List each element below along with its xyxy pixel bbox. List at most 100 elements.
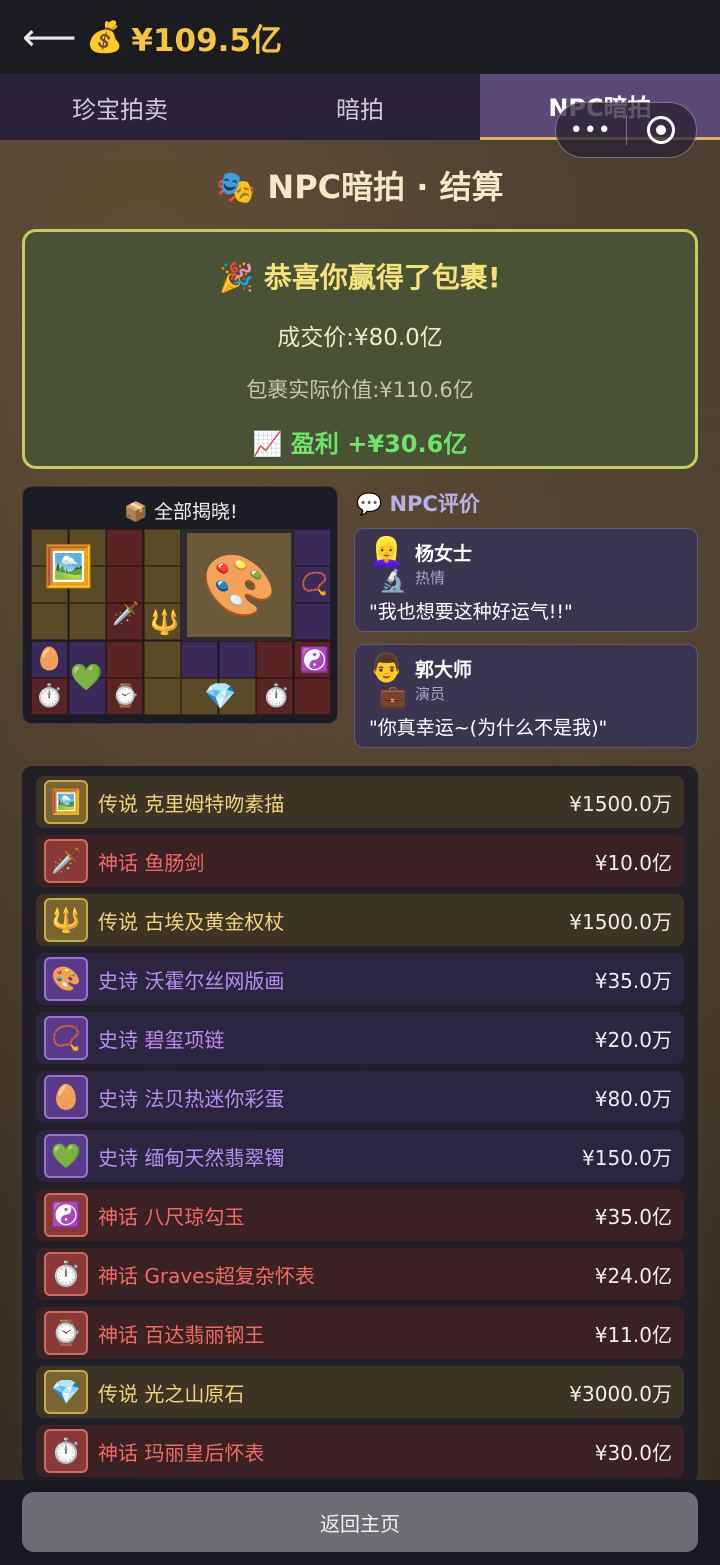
- money-bag-icon: 💰: [86, 19, 124, 55]
- list-item[interactable]: 🔱 传说 古埃及黄金权杖 ¥1500.0万: [36, 894, 684, 946]
- congrats-text: 🎉 恭喜你赢得了包裹!: [219, 261, 501, 294]
- item-title: 玛丽皇后怀表: [144, 1440, 265, 1465]
- npc-name: 郭大师: [415, 659, 473, 681]
- grid-cell: [293, 603, 331, 641]
- item-title: 法贝热迷你彩蛋: [144, 1086, 285, 1111]
- grid-cell: [68, 603, 106, 641]
- item-title: 克里姆特吻素描: [144, 791, 285, 816]
- item-name: 传说 克里姆特吻素描: [98, 788, 569, 817]
- list-item[interactable]: 🗡️ 神话 鱼肠剑 ¥10.0亿: [36, 835, 684, 887]
- grid-item-icon: 🔱: [149, 607, 180, 636]
- list-item[interactable]: 💚 史诗 缅甸天然翡翠镯 ¥150.0万: [36, 1130, 684, 1182]
- tab-blind-auction[interactable]: 暗拍: [240, 74, 480, 140]
- deal-price: 成交价:¥80.0亿: [277, 325, 443, 351]
- balance-amount: ¥109.5亿: [131, 22, 282, 59]
- list-item[interactable]: 🖼️ 传说 克里姆特吻素描 ¥1500.0万: [36, 776, 684, 828]
- arrow-left-icon[interactable]: ⟵: [22, 18, 76, 56]
- npc-quote: "你真幸运~(为什么不是我)": [369, 717, 608, 739]
- item-name: 史诗 缅甸天然翡翠镯: [98, 1142, 582, 1171]
- profit-text: 📈 盈利 +¥30.6亿: [252, 430, 468, 458]
- list-item[interactable]: 📿 史诗 碧玺项链 ¥20.0万: [36, 1012, 684, 1064]
- grid-cell: [181, 640, 218, 678]
- item-rarity: 传说: [98, 1381, 138, 1406]
- item-price: ¥11.0亿: [594, 1322, 672, 1347]
- grid-cell: [293, 677, 331, 715]
- item-thumbnail-icon: 🥚: [44, 1075, 88, 1119]
- grid-item-icon: 🎨: [183, 529, 295, 641]
- grid-item-icon: ⏱️: [262, 684, 291, 709]
- npc-quote: "我也想要这种好运气!!": [369, 601, 573, 623]
- target-icon[interactable]: [627, 116, 697, 144]
- item-title: 百达翡丽钢王: [144, 1322, 265, 1347]
- item-title: 鱼肠剑: [144, 850, 205, 875]
- grid-title: 📦 全部揭晓!: [124, 501, 238, 523]
- item-thumbnail-icon: 🗡️: [44, 839, 88, 883]
- miniapp-capsule: •••: [555, 102, 697, 158]
- item-thumbnail-icon: 📿: [44, 1016, 88, 1060]
- grid-item-icon: 💎: [204, 681, 237, 712]
- item-thumbnail-icon: ⏱️: [44, 1429, 88, 1473]
- grid-item-icon: 🗡️: [112, 601, 140, 627]
- item-rarity: 史诗: [98, 968, 138, 993]
- actual-value: 包裹实际价值:¥110.6亿: [246, 378, 474, 402]
- return-home-button[interactable]: 返回主页: [22, 1492, 698, 1552]
- avatar: 👱‍♀️ 🔬: [365, 535, 415, 594]
- grid-cell: [106, 529, 143, 566]
- item-price: ¥30.0亿: [594, 1440, 672, 1465]
- list-item[interactable]: 🎨 史诗 沃霍尔丝网版画 ¥35.0万: [36, 953, 684, 1005]
- item-name: 史诗 沃霍尔丝网版画: [98, 965, 595, 994]
- item-name: 传说 光之山原石: [98, 1378, 569, 1407]
- npc-face-icon: 👱‍♀️: [369, 535, 404, 568]
- item-title: 沃霍尔丝网版画: [144, 968, 285, 993]
- grid-item-icon: ⌚: [111, 684, 140, 709]
- item-name: 传说 古埃及黄金权杖: [98, 906, 569, 935]
- item-title: Graves超复杂怀表: [144, 1263, 315, 1288]
- avatar: 👨 💼: [365, 651, 415, 710]
- list-item[interactable]: ⏱️ 神话 玛丽皇后怀表 ¥30.0亿: [36, 1425, 684, 1477]
- npc-role: 演员: [415, 685, 446, 703]
- grid-cell: [106, 566, 143, 604]
- grid-item-icon: 🥚: [35, 647, 64, 672]
- npc-review-card: 👨 💼 郭大师 演员 "你真幸运~(为什么不是我)": [354, 644, 698, 748]
- list-item[interactable]: 🥚 史诗 法贝热迷你彩蛋 ¥80.0万: [36, 1071, 684, 1123]
- list-item[interactable]: ⌚ 神话 百达翡丽钢王 ¥11.0亿: [36, 1307, 684, 1359]
- grid-item-icon: 💚: [70, 663, 103, 693]
- list-item[interactable]: ⏱️ 神话 Graves超复杂怀表 ¥24.0亿: [36, 1248, 684, 1300]
- item-rarity: 史诗: [98, 1086, 138, 1111]
- item-name: 神话 八尺琼勾玉: [98, 1201, 595, 1230]
- npc-review-card: 👱‍♀️ 🔬 杨女士 热情 "我也想要这种好运气!!": [354, 528, 698, 632]
- item-price: ¥1500.0万: [569, 791, 672, 816]
- grid-cell: [218, 640, 256, 678]
- item-thumbnail-icon: 🎨: [44, 957, 88, 1001]
- grid-cell: [143, 529, 181, 566]
- more-icon[interactable]: •••: [556, 118, 626, 143]
- item-price: ¥80.0万: [594, 1086, 672, 1111]
- tab-treasure-auction[interactable]: 珍宝拍卖: [0, 74, 240, 140]
- item-name: 神话 百达翡丽钢王: [98, 1319, 595, 1348]
- grid-cell: [143, 677, 181, 715]
- grid-item-icon: 📿: [300, 572, 329, 597]
- item-title: 古埃及黄金权杖: [144, 909, 285, 934]
- item-rarity: 神话: [98, 1322, 138, 1347]
- grid-cell: [143, 640, 181, 678]
- item-thumbnail-icon: ⌚: [44, 1311, 88, 1355]
- npc-review-title: 💬 NPC评价: [356, 492, 480, 516]
- grid-item-icon: 🖼️: [43, 543, 94, 590]
- npc-face-icon: 👨: [369, 651, 404, 684]
- item-thumbnail-icon: ⏱️: [44, 1252, 88, 1296]
- grid-item-icon: ⏱️: [35, 684, 64, 709]
- item-title: 光之山原石: [144, 1381, 245, 1406]
- item-list: 🖼️ 传说 克里姆特吻素描 ¥1500.0万 🗡️ 神话 鱼肠剑 ¥10.0亿 🔱 传说 古埃…: [22, 766, 698, 1482]
- list-item[interactable]: 💎 传说 光之山原石 ¥3000.0万: [36, 1366, 684, 1418]
- item-price: ¥1500.0万: [569, 909, 672, 934]
- page-title-text: NPC暗拍 · 结算: [267, 168, 504, 206]
- item-price: ¥150.0万: [582, 1145, 672, 1170]
- item-rarity: 神话: [98, 1204, 138, 1229]
- item-rarity: 史诗: [98, 1027, 138, 1052]
- grid-cell: [143, 566, 181, 604]
- item-rarity: 传说: [98, 909, 138, 934]
- package-grid-panel: 📦 全部揭晓! 🖼️ 🗡️ 🔱 🎨 📿 🥚 💚 ☯️ ⏱️ ⌚ 💎 ⏱️: [22, 486, 338, 724]
- list-item[interactable]: ☯️ 神话 八尺琼勾玉 ¥35.0亿: [36, 1189, 684, 1241]
- item-price: ¥20.0万: [594, 1027, 672, 1052]
- item-name: 神话 玛丽皇后怀表: [98, 1437, 595, 1466]
